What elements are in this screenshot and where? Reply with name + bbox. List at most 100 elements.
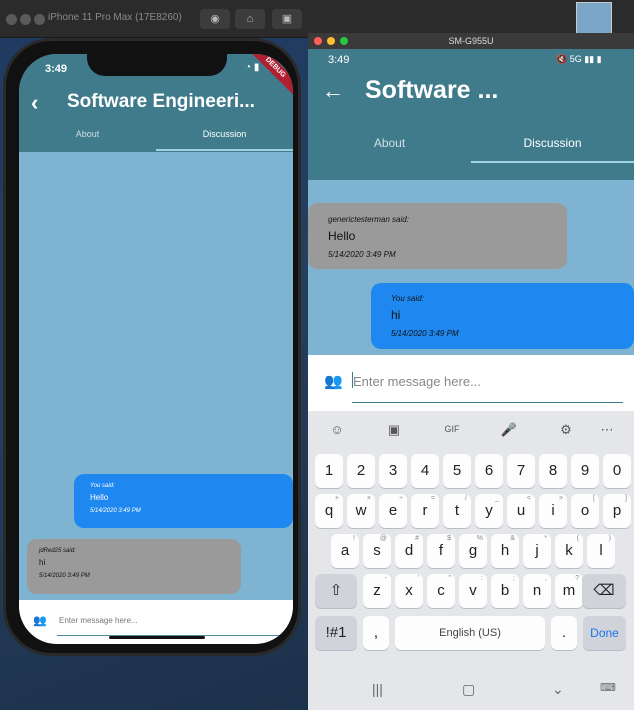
key-q[interactable]: q +: [315, 494, 343, 528]
message-input[interactable]: Enter message here...: [353, 374, 481, 389]
key-m[interactable]: m?: [555, 574, 583, 608]
key-hint: :: [481, 575, 483, 582]
message-bubble-other: jdRed25 said: hi 5/14/2020 3:49 PM: [27, 539, 241, 594]
more-options-icon[interactable]: ⋯: [595, 422, 619, 438]
message-text: Hello: [328, 229, 356, 243]
key-hint: ×: [366, 495, 371, 502]
tab-about[interactable]: About: [19, 129, 156, 139]
tab-indicator: [156, 149, 293, 151]
shift-key[interactable]: ⇧: [315, 574, 357, 608]
key-hint: ): [608, 535, 611, 542]
message-timestamp: 5/14/2020 3:49 PM: [39, 573, 90, 579]
key-hint: [: [593, 495, 595, 502]
symbols-key[interactable]: !#1: [315, 616, 357, 650]
android-emulator-window: SM-G955U 3:49 🔇 5G ▮▮ ▮ ← Software ... A…: [308, 33, 634, 710]
backspace-key[interactable]: ⌫: [582, 574, 626, 608]
android-nav-bar: ||| ▢ ⌄ ⌨: [308, 671, 634, 710]
back-chevron-icon[interactable]: ⌄: [552, 681, 564, 698]
back-arrow-icon[interactable]: ←: [322, 78, 344, 104]
back-arrow-icon[interactable]: ‹: [31, 90, 38, 116]
key-hint: /: [465, 495, 467, 502]
key-l[interactable]: l): [587, 534, 615, 568]
key-hint: ;: [513, 575, 515, 582]
key-hint: >: [558, 495, 563, 502]
people-icon[interactable]: 👥: [33, 614, 47, 627]
android-status-time: 3:49: [328, 54, 350, 66]
keyboard-toolbar: ☺ ▣ GIF 🎤 ⚙ ⋯: [308, 411, 634, 451]
recents-icon[interactable]: |||: [372, 681, 383, 697]
key-hint: $: [447, 535, 451, 542]
key-hint: ": [448, 575, 452, 582]
page-title: Software ...: [365, 76, 499, 104]
emulator-title-bar: SM-G955U: [308, 33, 634, 49]
key-v[interactable]: v:: [459, 574, 487, 608]
soft-keyboard: ☺ ▣ GIF 🎤 ⚙ ⋯ 1 2 3 4 5 6 7 8 9 0 q + w × e ÷ r = t / y _ u < i >…: [308, 411, 634, 671]
notch: [87, 54, 227, 76]
gif-button[interactable]: GIF: [440, 424, 464, 434]
key-o[interactable]: o[: [571, 494, 599, 528]
iphone-screen: 3:49 ◔ ▮ ‹ Software Engineeri... About D…: [19, 54, 293, 644]
key-x[interactable]: x ': [395, 574, 423, 608]
key-hint: (: [576, 535, 579, 542]
key-a[interactable]: a!: [331, 534, 359, 568]
tab-discussion[interactable]: Discussion: [471, 136, 634, 150]
page-title: Software Engineeri...: [67, 91, 255, 112]
keyboard-hide-icon[interactable]: ⌨: [600, 681, 616, 694]
emoji-icon[interactable]: ☺: [325, 422, 349, 437]
message-sender: generictesterman said:: [328, 215, 409, 224]
done-key[interactable]: Done: [583, 616, 626, 650]
key-hint: ]: [625, 495, 627, 502]
key-hint: #: [415, 535, 419, 542]
key-hint: +: [334, 495, 339, 502]
simulator-title: iPhone 11 Pro Max (17E8260): [48, 12, 182, 23]
message-bubble-mine: You said: hi 5/14/2020 3:49 PM: [371, 283, 634, 349]
microphone-icon[interactable]: 🎤: [497, 422, 521, 438]
key-hint: _: [495, 495, 499, 502]
ios-status-time: 3:49: [45, 63, 68, 75]
emulator-title: SM-G955U: [448, 36, 494, 46]
key-hint: ?: [575, 575, 579, 582]
key-b[interactable]: b;: [491, 574, 519, 608]
key-hint: <: [526, 495, 531, 502]
tab-indicator: [471, 161, 634, 163]
message-sender: jdRed25 said:: [39, 548, 76, 554]
key-hint: @: [379, 535, 387, 542]
key-hint: *: [544, 535, 547, 542]
people-icon[interactable]: 👥: [324, 372, 343, 390]
message-sender: You said:: [391, 294, 424, 303]
input-underline: [352, 402, 623, 403]
space-key[interactable]: English (US): [395, 616, 545, 650]
message-timestamp: 5/14/2020 3:49 PM: [328, 250, 396, 259]
key-hint: -: [384, 575, 387, 582]
message-input[interactable]: Enter message here...: [59, 616, 138, 625]
key-hint: ,: [545, 575, 547, 582]
comma-key[interactable]: ,: [363, 616, 389, 650]
close-dot[interactable]: [6, 14, 17, 25]
tab-discussion[interactable]: Discussion: [156, 129, 293, 139]
minimize-dot[interactable]: [20, 14, 31, 25]
key-hint: =: [430, 495, 435, 502]
home-button[interactable]: ⌂: [235, 9, 265, 29]
home-icon[interactable]: ▢: [462, 681, 475, 698]
message-timestamp: 5/14/2020 3:49 PM: [391, 329, 459, 338]
message-timestamp: 5/14/2020 3:49 PM: [90, 508, 141, 514]
key-w[interactable]: w ×: [347, 494, 375, 528]
key-n[interactable]: n,: [523, 574, 551, 608]
tab-about[interactable]: About: [308, 136, 471, 150]
key-p[interactable]: p]: [603, 494, 631, 528]
rotate-button[interactable]: ▣: [272, 9, 302, 29]
message-bubble-other: generictesterman said: Hello 5/14/2020 3…: [308, 203, 567, 269]
period-key[interactable]: .: [551, 616, 577, 650]
key-hint: !: [353, 535, 355, 542]
key-i[interactable]: i >: [539, 494, 567, 528]
message-bubble-mine: You said: Hello 5/14/2020 3:49 PM: [74, 474, 293, 528]
home-indicator: [109, 636, 205, 639]
screenshot-button[interactable]: ◉: [200, 9, 230, 29]
settings-gear-icon[interactable]: ⚙: [554, 422, 578, 438]
key-z[interactable]: z-: [363, 574, 391, 608]
sticker-icon[interactable]: ▣: [382, 422, 406, 438]
message-input-bar: 👥 Enter message here...: [308, 355, 634, 411]
zoom-dot[interactable]: [34, 14, 45, 25]
key-hint: ÷: [399, 495, 403, 502]
key-c[interactable]: c ": [427, 574, 455, 608]
